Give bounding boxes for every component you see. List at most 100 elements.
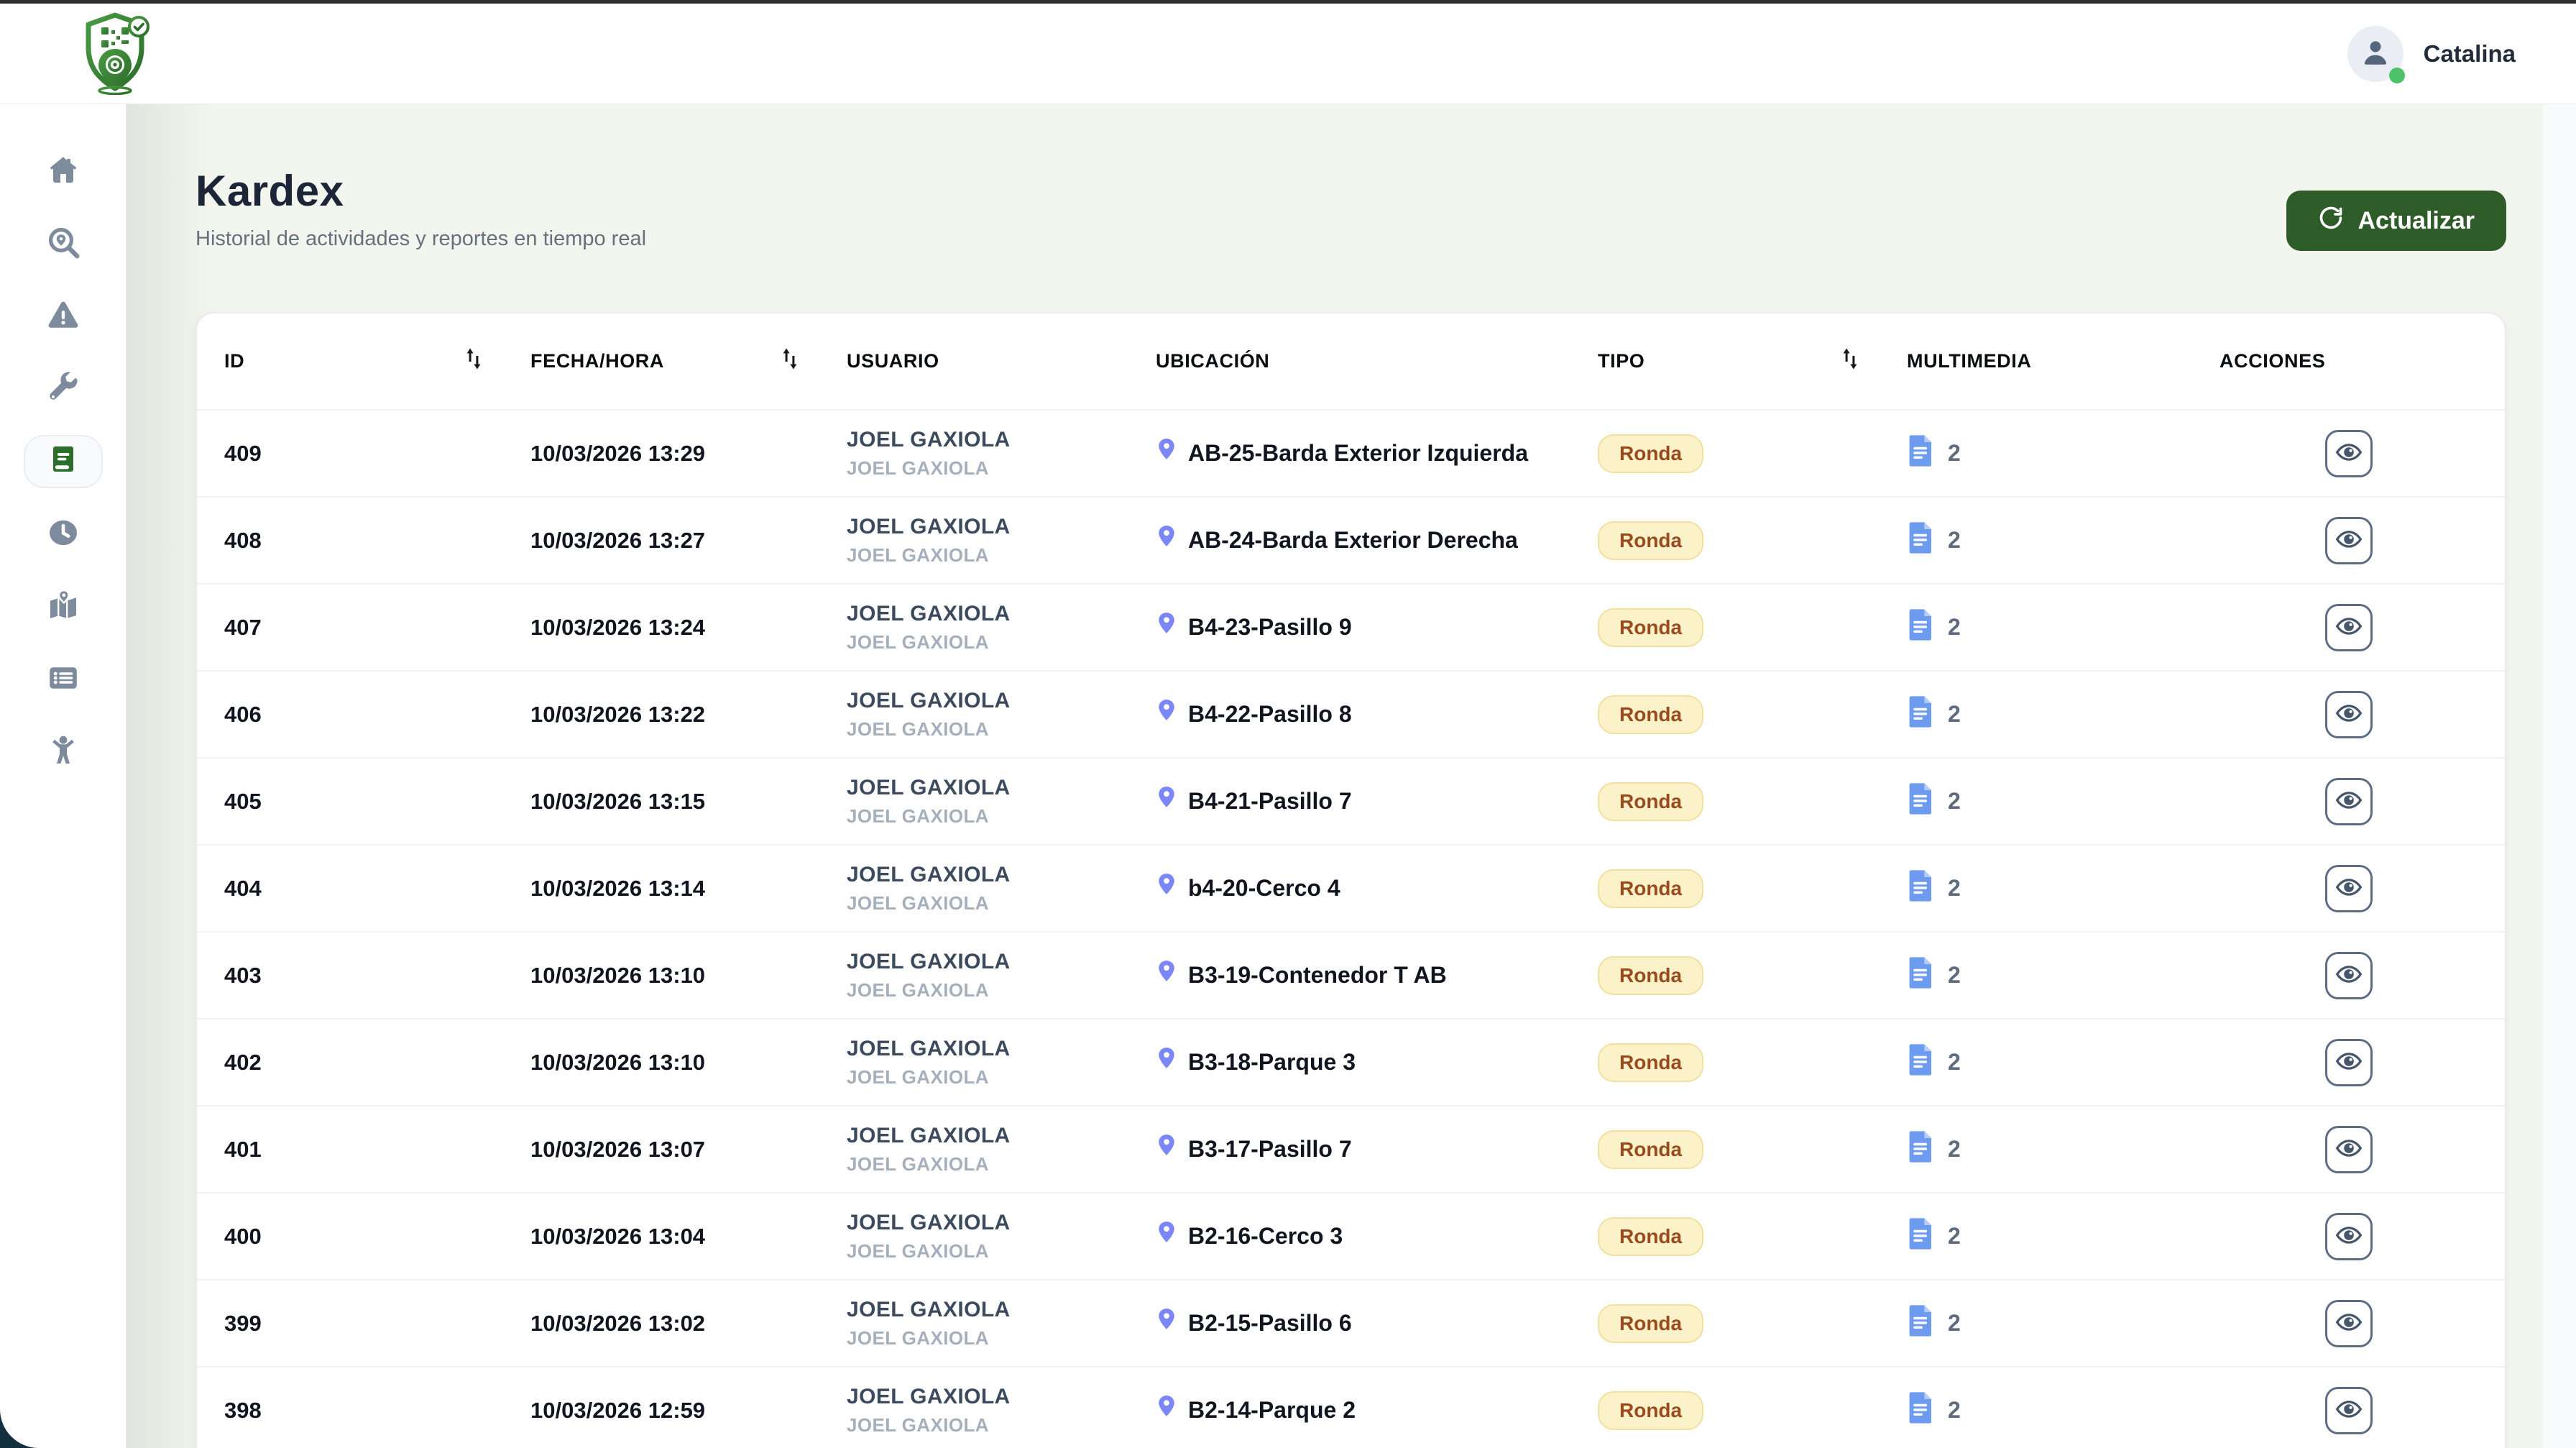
cell-type: Ronda — [1570, 608, 1880, 647]
cell-id: 404 — [197, 876, 503, 902]
cell-multimedia: 2 — [1880, 1303, 2192, 1344]
list-icon — [46, 661, 80, 699]
cell-user: JOEL GAXIOLA JOEL GAXIOLA — [819, 776, 1128, 828]
location-pin-icon — [1156, 1307, 1177, 1340]
eye-icon — [2335, 961, 2363, 990]
refresh-button-label: Actualizar — [2358, 207, 2475, 235]
eye-icon — [2335, 526, 2363, 555]
table-column-header[interactable]: ID — [197, 347, 503, 376]
user-secondary: JOEL GAXIOLA — [847, 1066, 1128, 1089]
location-label: B3-17-Pasillo 7 — [1188, 1136, 1352, 1163]
user-secondary: JOEL GAXIOLA — [847, 805, 1128, 828]
cell-datetime: 10/03/2026 13:27 — [503, 528, 819, 554]
cell-location: B3-18-Parque 3 — [1128, 1046, 1570, 1079]
cell-datetime: 10/03/2026 13:15 — [503, 789, 819, 815]
cell-user: JOEL GAXIOLA JOEL GAXIOLA — [819, 428, 1128, 480]
document-icon — [1907, 1303, 1936, 1344]
view-details-button[interactable] — [2325, 952, 2373, 999]
location-label: B2-15-Pasillo 6 — [1188, 1310, 1352, 1337]
page-title: Kardex — [196, 166, 646, 216]
user-primary: JOEL GAXIOLA — [847, 689, 1128, 713]
cell-multimedia: 2 — [1880, 1129, 2192, 1170]
cell-datetime: 10/03/2026 13:24 — [503, 615, 819, 641]
sidebar-item-home[interactable] — [24, 145, 103, 198]
cell-id: 399 — [197, 1311, 503, 1337]
user-menu[interactable]: Catalina — [2347, 26, 2516, 82]
table-column-header[interactable]: FECHA/HORA — [503, 347, 819, 376]
shield-qr-pin-logo-icon — [78, 9, 152, 98]
cell-location: B4-22-Pasillo 8 — [1128, 698, 1570, 731]
eye-icon — [2335, 1048, 2363, 1077]
cell-id: 403 — [197, 963, 503, 989]
cell-multimedia: 2 — [1880, 1390, 2192, 1431]
view-details-button[interactable] — [2325, 430, 2373, 477]
sidebar-item-map[interactable] — [24, 580, 103, 633]
view-details-button[interactable] — [2325, 604, 2373, 651]
cell-id: 405 — [197, 789, 503, 815]
cell-multimedia: 2 — [1880, 1043, 2192, 1083]
location-pin-icon — [1156, 872, 1177, 905]
cell-actions — [2192, 1126, 2505, 1173]
cell-type: Ronda — [1570, 1130, 1880, 1169]
location-label: B2-16-Cerco 3 — [1188, 1223, 1343, 1250]
view-details-button[interactable] — [2325, 1300, 2373, 1347]
cell-datetime: 10/03/2026 13:02 — [503, 1311, 819, 1337]
view-details-button[interactable] — [2325, 1126, 2373, 1173]
type-badge: Ronda — [1598, 695, 1703, 734]
location-pin-icon — [1156, 437, 1177, 470]
document-icon — [1907, 608, 1936, 648]
column-label: ACCIONES — [2220, 350, 2325, 372]
eye-icon — [2335, 1309, 2363, 1338]
column-label: MULTIMEDIA — [1907, 350, 2031, 372]
sidebar-item-personnel[interactable] — [24, 725, 103, 779]
avatar — [2347, 26, 2404, 82]
user-primary: JOEL GAXIOLA — [847, 1124, 1128, 1148]
view-details-button[interactable] — [2325, 517, 2373, 564]
sidebar-item-tools[interactable] — [24, 362, 103, 416]
cell-id: 407 — [197, 615, 503, 641]
media-count: 2 — [1948, 440, 1961, 467]
sort-icon — [1839, 347, 1861, 376]
media-count: 2 — [1948, 962, 1961, 989]
location-pin-icon — [1156, 1394, 1177, 1427]
user-primary: JOEL GAXIOLA — [847, 515, 1128, 539]
eye-icon — [2335, 700, 2363, 729]
view-details-button[interactable] — [2325, 865, 2373, 912]
sidebar-item-records[interactable] — [24, 653, 103, 706]
type-badge: Ronda — [1598, 521, 1703, 560]
user-primary: JOEL GAXIOLA — [847, 776, 1128, 800]
clock-icon — [46, 515, 80, 554]
map-pin-icon — [46, 588, 80, 626]
type-badge: Ronda — [1598, 434, 1703, 473]
type-badge: Ronda — [1598, 782, 1703, 821]
sidebar-item-kardex[interactable] — [24, 435, 103, 488]
cell-id: 406 — [197, 702, 503, 728]
cell-multimedia: 2 — [1880, 956, 2192, 996]
view-details-button[interactable] — [2325, 691, 2373, 738]
location-pin-icon — [1156, 1133, 1177, 1166]
table-header-row: ID FECHA/HORA USUARIO UBICACIÓN — [197, 313, 2505, 409]
location-label: AB-24-Barda Exterior Derecha — [1188, 527, 1518, 554]
sidebar-item-history[interactable] — [24, 508, 103, 561]
cell-location: B2-16-Cerco 3 — [1128, 1220, 1570, 1253]
refresh-button[interactable]: Actualizar — [2286, 191, 2507, 251]
table-column-header[interactable]: TIPO — [1570, 347, 1880, 376]
scrollbar-track[interactable] — [2543, 104, 2576, 1448]
media-count: 2 — [1948, 1049, 1961, 1076]
cell-actions — [2192, 865, 2505, 912]
view-details-button[interactable] — [2325, 1387, 2373, 1434]
cell-user: JOEL GAXIOLA JOEL GAXIOLA — [819, 689, 1128, 741]
cell-id: 398 — [197, 1398, 503, 1424]
sidebar-item-search-location[interactable] — [24, 217, 103, 270]
cell-multimedia: 2 — [1880, 608, 2192, 648]
cell-type: Ronda — [1570, 1304, 1880, 1343]
sidebar-item-alerts[interactable] — [24, 290, 103, 343]
type-badge: Ronda — [1598, 1043, 1703, 1082]
view-details-button[interactable] — [2325, 1039, 2373, 1086]
location-label: B4-23-Pasillo 9 — [1188, 614, 1352, 641]
view-details-button[interactable] — [2325, 778, 2373, 825]
eye-icon — [2335, 787, 2363, 816]
user-secondary: JOEL GAXIOLA — [847, 1327, 1128, 1350]
view-details-button[interactable] — [2325, 1213, 2373, 1260]
eye-icon — [2335, 439, 2363, 468]
